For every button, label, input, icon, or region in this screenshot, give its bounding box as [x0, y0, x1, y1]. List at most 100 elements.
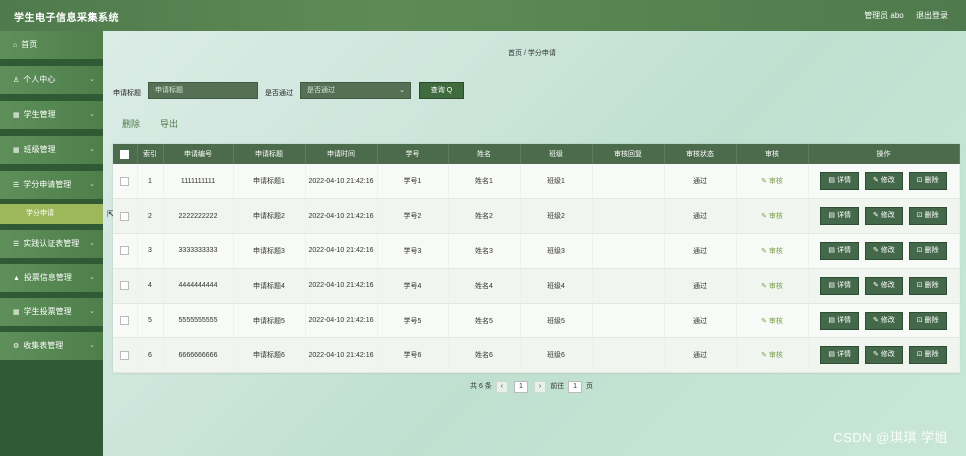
sidebar-item-forms[interactable]: ⚙ 收集表管理 ⌄	[0, 332, 103, 360]
edit-button[interactable]: ✎ 修改	[864, 276, 903, 295]
table-row: 4 4444444444 申请标题4 2022-04-10 21:42:16 学…	[113, 268, 960, 304]
sidebar-subitem-credit-apply[interactable]: 学分申请	[0, 204, 103, 224]
pass-filter-value: 是否通过	[307, 87, 335, 94]
sidebar-item-label: 个人中心	[23, 75, 56, 84]
breadcrumb: 首页 / 学分申请	[508, 50, 556, 57]
edit-button[interactable]: ✎ 修改	[864, 241, 903, 260]
pass-filter-select[interactable]: 是否通过 ⌄	[300, 82, 411, 99]
app-title: 学生电子信息采集系统	[14, 13, 119, 24]
cell-name: 姓名3	[448, 233, 521, 269]
row-checkbox[interactable]	[113, 337, 138, 374]
cell-name: 姓名5	[448, 303, 521, 339]
cell-status: 通过	[664, 268, 737, 304]
audit-link[interactable]: ✎ 审核	[761, 178, 783, 185]
row-delete-button[interactable]: ⊡ 删除	[908, 346, 947, 365]
cell-code: 2222222222	[163, 198, 234, 235]
audit-link[interactable]: ✎ 审核	[761, 318, 783, 325]
cell-title: 申请标题2	[233, 198, 306, 235]
delete-button[interactable]: 删除	[122, 117, 140, 130]
col-header: 操作	[808, 144, 960, 164]
row-delete-button[interactable]: ⊡ 删除	[908, 172, 947, 191]
grid-icon: ▦	[13, 309, 20, 316]
sidebar-item-label: 收集表管理	[23, 341, 64, 350]
chevron-down-icon: ⌄	[89, 342, 95, 349]
col-header[interactable]: 学号	[377, 144, 449, 164]
col-header[interactable]: 审核状态	[664, 144, 737, 164]
chevron-down-icon: ⌄	[89, 146, 95, 153]
cell-time: 2022-04-10 21:42:16	[305, 337, 378, 374]
edit-button[interactable]: ✎ 修改	[864, 311, 903, 330]
detail-button[interactable]: ▤ 详情	[820, 276, 859, 295]
col-header[interactable]: 班级	[520, 144, 593, 164]
select-all-checkbox[interactable]	[113, 144, 138, 164]
cell-time: 2022-04-10 21:42:16	[305, 268, 378, 304]
title-search-input[interactable]: 申请标题	[148, 82, 258, 99]
cell-time: 2022-04-10 21:42:16	[305, 198, 378, 235]
edit-button[interactable]: ✎ 修改	[864, 346, 903, 365]
audit-link[interactable]: ✎ 审核	[761, 248, 783, 255]
sidebar-item-votes[interactable]: ▲ 投票信息管理 ⌄	[0, 264, 103, 292]
title-search-label: 申请标题	[113, 90, 141, 97]
row-checkbox[interactable]	[113, 233, 138, 269]
sidebar-item-home[interactable]: ⌂ 首页	[0, 31, 103, 59]
goto-input[interactable]: 1	[568, 381, 583, 393]
prev-page-button[interactable]: ‹	[495, 381, 509, 393]
cell-class: 班级6	[520, 337, 593, 374]
col-header[interactable]: 姓名	[448, 144, 521, 164]
detail-button[interactable]: ▤ 详情	[820, 311, 859, 330]
cell-code: 5555555555	[163, 303, 234, 339]
sidebar-item-profile[interactable]: ♙ 个人中心 ⌄	[0, 66, 103, 94]
sidebar-item-label: 学生管理	[23, 110, 56, 119]
cell-code: 1111111111	[163, 164, 234, 200]
detail-button[interactable]: ▤ 详情	[820, 241, 859, 260]
logout-link[interactable]: 退出登录	[916, 11, 948, 20]
user-icon: ♙	[13, 77, 20, 84]
cell-index: 4	[137, 268, 164, 304]
table-row: 6 6666666666 申请标题6 2022-04-10 21:42:16 学…	[113, 337, 960, 374]
cell-time: 2022-04-10 21:42:16	[305, 233, 378, 269]
col-header[interactable]: 申请时间	[305, 144, 378, 164]
audit-link[interactable]: ✎ 审核	[761, 352, 783, 359]
row-checkbox[interactable]	[113, 268, 138, 304]
cell-time: 2022-04-10 21:42:16	[305, 303, 378, 339]
cell-index: 2	[137, 198, 164, 235]
pagination: 共 6 条 ‹ 1 › 前往 1 页	[470, 381, 593, 393]
query-button[interactable]: 查询 Q	[419, 82, 464, 99]
export-button[interactable]: 导出	[160, 117, 178, 130]
sidebar-item-credit-apply[interactable]: ☰ 学分申请管理 ⌄	[0, 171, 103, 199]
row-delete-button[interactable]: ⊡ 删除	[908, 311, 947, 330]
sidebar-item-label: 投票信息管理	[23, 273, 72, 282]
grid-icon: ▦	[13, 112, 20, 119]
col-header[interactable]: 审核回复	[592, 144, 665, 164]
table-row: 2 2222222222 申请标题2 2022-04-10 21:42:16 学…	[113, 198, 960, 235]
page-number[interactable]: 1	[514, 381, 528, 393]
col-header[interactable]: 申请编号	[163, 144, 234, 164]
row-delete-button[interactable]: ⊡ 删除	[908, 207, 947, 226]
row-checkbox[interactable]	[113, 164, 138, 200]
col-header[interactable]: 申请标题	[233, 144, 306, 164]
cell-title: 申请标题3	[233, 233, 306, 269]
edit-button[interactable]: ✎ 修改	[864, 172, 903, 191]
sidebar-item-practice[interactable]: ☰ 实践认证表管理 ⌄	[0, 230, 103, 258]
row-delete-button[interactable]: ⊡ 删除	[908, 241, 947, 260]
chevron-down-icon: ⌄	[89, 240, 95, 247]
cell-sid: 学号3	[377, 233, 449, 269]
cell-title: 申请标题1	[233, 164, 306, 200]
next-page-button[interactable]: ›	[533, 381, 547, 393]
sidebar-item-students[interactable]: ▦ 学生管理 ⌄	[0, 101, 103, 129]
edit-button[interactable]: ✎ 修改	[864, 207, 903, 226]
detail-button[interactable]: ▤ 详情	[820, 346, 859, 365]
audit-link[interactable]: ✎ 审核	[761, 283, 783, 290]
audit-link[interactable]: ✎ 审核	[761, 213, 783, 220]
row-checkbox[interactable]	[113, 303, 138, 339]
cell-code: 4444444444	[163, 268, 234, 304]
detail-button[interactable]: ▤ 详情	[820, 172, 859, 191]
row-checkbox[interactable]	[113, 198, 138, 235]
detail-button[interactable]: ▤ 详情	[820, 207, 859, 226]
row-delete-button[interactable]: ⊡ 删除	[908, 276, 947, 295]
table-row: 5 5555555555 申请标题5 2022-04-10 21:42:16 学…	[113, 303, 960, 339]
chevron-down-icon: ⌄	[89, 111, 95, 118]
sidebar-item-student-votes[interactable]: ▦ 学生投票管理 ⌄	[0, 298, 103, 326]
sidebar-item-classes[interactable]: ▦ 班级管理 ⌄	[0, 136, 103, 164]
cell-title: 申请标题5	[233, 303, 306, 339]
